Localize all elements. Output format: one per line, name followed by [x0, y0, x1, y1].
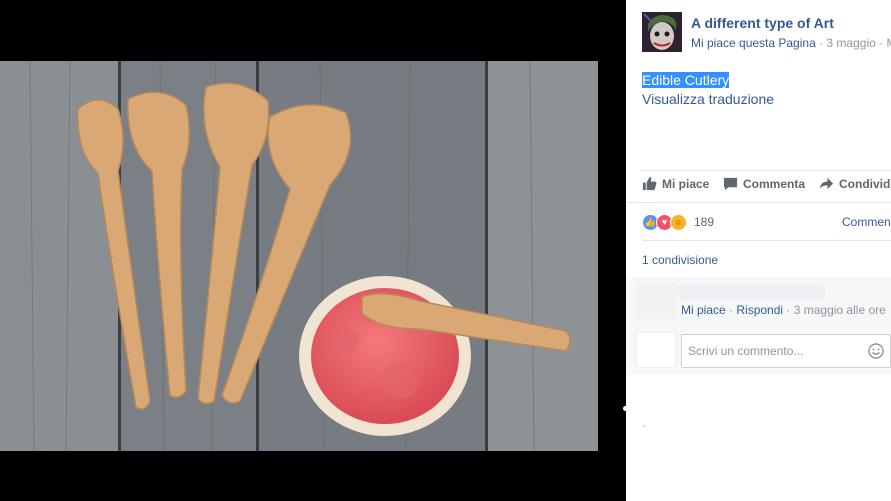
- comment-body-redacted: [676, 285, 826, 301]
- comment-reply-link[interactable]: Rispondi: [736, 303, 783, 317]
- reactions-bar[interactable]: 👍 ♥ ○ 189: [642, 213, 714, 231]
- decorative-dot: [623, 406, 628, 411]
- share-arrow-icon: [819, 177, 834, 190]
- wow-reaction-icon: ○: [670, 213, 687, 231]
- comment-input[interactable]: Scrivi un commento...: [681, 334, 891, 368]
- post-meta: Mi piace questa Pagina · 3 maggio · M: [691, 36, 891, 50]
- comments-count-link[interactable]: Commen: [842, 215, 891, 229]
- divider: [642, 240, 891, 241]
- edible-cutlery-image: [0, 61, 598, 451]
- post-sidebar: A different type of Art Mi piace questa …: [626, 0, 891, 501]
- comment-actions: Mi piace · Rispondi · 3 maggio alle ore: [681, 303, 886, 317]
- comment-like-link[interactable]: Mi piace: [681, 303, 726, 317]
- user-avatar: [636, 332, 676, 368]
- divider: [642, 170, 891, 171]
- post-header: A different type of Art Mi piace questa …: [642, 12, 891, 54]
- like-page-link[interactable]: Mi piace questa Pagina: [691, 36, 816, 50]
- comment-date[interactable]: 3 maggio alle ore: [794, 303, 886, 317]
- comment-button[interactable]: Commenta: [723, 176, 805, 191]
- post-text-content: Edible Cutlery: [642, 72, 730, 88]
- like-button-label: Mi piace: [662, 176, 710, 191]
- page-name-link[interactable]: A different type of Art: [691, 15, 834, 31]
- translate-link[interactable]: Visualizza traduzione: [642, 91, 774, 107]
- share-button-label: Condivid: [839, 176, 891, 191]
- shares-link[interactable]: 1 condivisione: [642, 253, 718, 267]
- page-avatar[interactable]: [642, 12, 682, 52]
- thumbs-up-icon: [642, 176, 657, 191]
- comment-icon: [723, 177, 738, 191]
- emoji-icon[interactable]: [868, 343, 884, 359]
- like-button[interactable]: Mi piace: [642, 176, 709, 191]
- meta-tail: · M: [879, 36, 891, 50]
- comment-input-placeholder: Scrivi un commento...: [688, 344, 804, 358]
- comment-button-label: Commenta: [743, 176, 806, 191]
- share-button[interactable]: Condivid: [819, 176, 890, 191]
- decorative-speck: [643, 425, 646, 427]
- commenter-avatar[interactable]: [636, 283, 676, 319]
- post-date[interactable]: 3 maggio: [826, 36, 875, 50]
- reaction-count: 189: [694, 215, 715, 229]
- post-text: Edible Cutlery: [642, 72, 730, 88]
- post-photo[interactable]: [0, 61, 598, 451]
- meta-separator: ·: [815, 36, 827, 50]
- divider: [626, 202, 891, 203]
- photo-viewer: [0, 0, 626, 501]
- joker-avatar-icon: [642, 12, 682, 52]
